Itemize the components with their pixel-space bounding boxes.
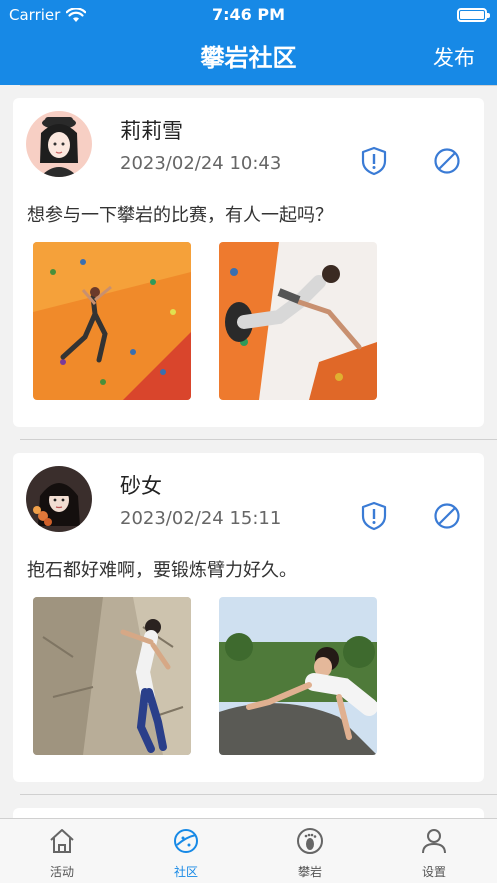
avatar[interactable] [26,111,92,177]
post-photo[interactable] [219,242,377,400]
post-photo[interactable] [33,242,191,400]
planet-icon [174,829,198,853]
tab-bar: 活动 社区 攀岩 设置 [0,818,497,883]
tab-label: 社区 [173,865,198,879]
status-bar: Carrier 7:46 PM [0,4,497,26]
username[interactable]: 莉莉雪 [120,115,183,145]
post-card[interactable]: 莉莉雪 2023/02/24 10:43 想参与一下攀岩的比赛，有人一起吗？ [13,98,484,427]
user-icon [422,829,446,854]
page-title: 攀岩社区 [200,44,297,72]
post-card[interactable]: 砂女 2023/02/24 15:11 抱石都好难啊，要锻炼臂力好久。 [13,453,484,782]
tab-settings[interactable]: 设置 [394,827,474,880]
post-date: 2023/02/24 15:11 [120,508,282,529]
post-feed[interactable]: 莉莉雪 2023/02/24 10:43 想参与一下攀岩的比赛，有人一起吗？ 砂… [0,85,497,818]
post-content: 想参与一下攀岩的比赛，有人一起吗？ [27,205,333,226]
publish-button[interactable]: 发布 [433,42,475,72]
post-card[interactable] [13,808,484,818]
footprint-icon [297,828,323,854]
tab-label: 攀岩 [297,865,322,879]
battery-icon [457,8,490,22]
tab-label: 设置 [421,865,446,879]
divider [20,794,497,795]
username[interactable]: 砂女 [120,470,162,500]
report-icon[interactable] [359,501,389,531]
tab-activities[interactable]: 活动 [22,827,102,880]
home-icon [50,829,74,853]
post-date: 2023/02/24 10:43 [120,153,282,174]
block-icon[interactable] [432,501,462,531]
divider [20,439,497,440]
report-icon[interactable] [359,146,389,176]
post-photo[interactable] [33,597,191,755]
clock: 7:46 PM [211,5,285,24]
nav-bar: Carrier 7:46 PM 攀岩社区 发布 [0,0,497,85]
divider [20,85,497,86]
post-content: 抱石都好难啊，要锻炼臂力好久。 [27,560,297,581]
avatar[interactable] [26,466,92,532]
tab-community[interactable]: 社区 [146,827,226,880]
tab-climbing[interactable]: 攀岩 [270,827,350,880]
post-photo[interactable] [219,597,377,755]
block-icon[interactable] [432,146,462,176]
tab-label: 活动 [49,865,74,879]
